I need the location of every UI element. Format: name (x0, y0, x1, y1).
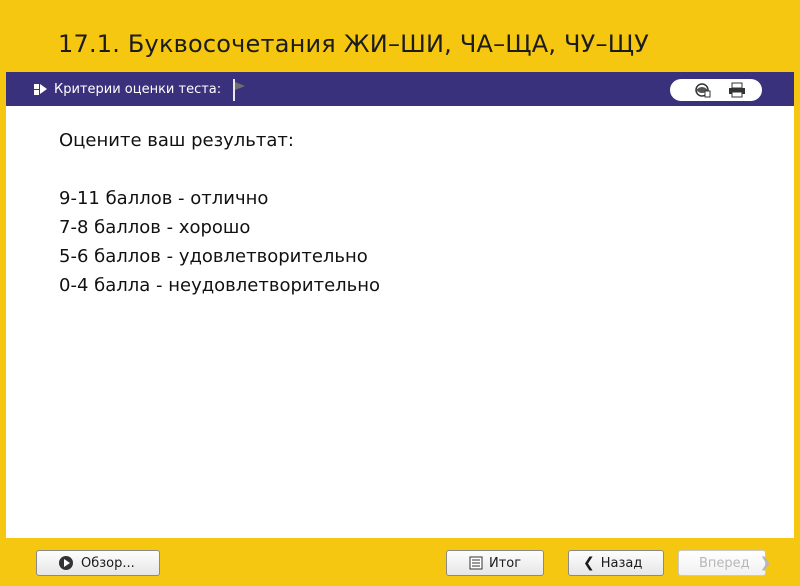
score-line: 0-4 балла - неудовлетворительно (59, 275, 381, 296)
next-button-label: Вперед (699, 555, 750, 571)
next-button[interactable]: Вперед ❯ (678, 550, 771, 576)
result-heading: Оцените ваш результат: (59, 130, 294, 151)
content-area: Оцените ваш результат: 9-11 баллов - отл… (6, 106, 794, 538)
chevron-left-icon: ❮ (583, 555, 595, 571)
play-icon (59, 556, 73, 570)
flag-icon[interactable] (231, 78, 249, 102)
list-icon (469, 556, 483, 570)
criteria-arrow-icon (34, 84, 47, 95)
footer-bar: Обзор... Итог ❮ Назад Вперед ❯ (6, 538, 794, 580)
review-button[interactable]: Обзор... (36, 550, 160, 576)
tools-pill (670, 79, 762, 101)
criteria-label: Критерии оценки теста: (54, 82, 222, 97)
score-line: 7-8 баллов - хорошо (59, 217, 251, 238)
review-button-label: Обзор... (81, 555, 135, 571)
toolbar: Критерии оценки теста: (6, 72, 794, 106)
globe-icon[interactable] (694, 82, 712, 98)
score-line: 5-6 баллов - удовлетворительно (59, 246, 368, 267)
back-button-label: Назад (600, 555, 643, 571)
page-title: 17.1. Буквосочетания ЖИ–ШИ, ЧА–ЩА, ЧУ–ЩУ (58, 30, 649, 58)
score-line: 9-11 баллов - отлично (59, 188, 269, 209)
chevron-right-icon: ❯ (759, 555, 772, 571)
title-bar: 17.1. Буквосочетания ЖИ–ШИ, ЧА–ЩА, ЧУ–ЩУ (6, 6, 794, 72)
result-button[interactable]: Итог (446, 550, 544, 576)
result-button-label: Итог (489, 555, 522, 571)
print-icon[interactable] (728, 82, 746, 98)
app-window: 17.1. Буквосочетания ЖИ–ШИ, ЧА–ЩА, ЧУ–ЩУ… (0, 0, 800, 586)
back-button[interactable]: ❮ Назад (568, 550, 664, 576)
